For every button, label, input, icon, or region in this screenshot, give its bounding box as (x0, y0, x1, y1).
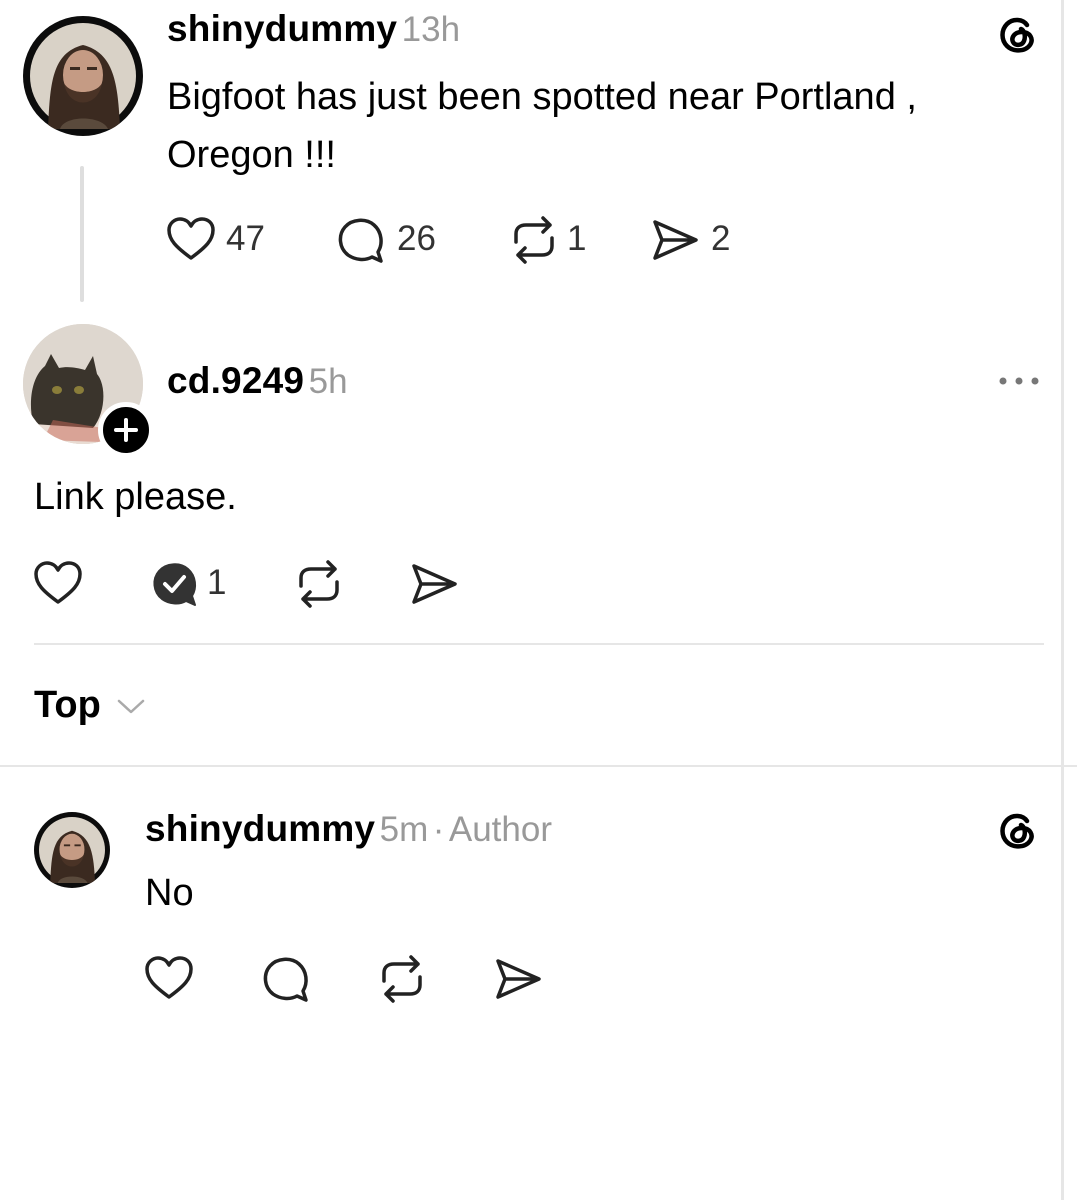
reply-count: 26 (397, 219, 436, 258)
more-options-icon[interactable] (997, 374, 1041, 388)
plus-icon (114, 418, 138, 442)
comment-icon[interactable] (261, 955, 311, 1003)
share-count: 2 (711, 219, 731, 258)
avatar[interactable] (34, 812, 110, 888)
repost-count: 1 (567, 219, 587, 258)
timestamp: 13h (401, 10, 461, 49)
repost-icon[interactable] (293, 560, 345, 608)
post-header: cd.9249 5h (167, 360, 348, 402)
timestamp: 5h (308, 362, 348, 401)
author-badge: Author (448, 810, 552, 849)
timestamp: 5m (379, 810, 429, 849)
divider (0, 765, 1077, 767)
threads-logo-icon[interactable] (994, 10, 1042, 58)
repost-icon[interactable] (376, 955, 428, 1003)
repost-icon[interactable] (508, 216, 560, 264)
divider (34, 643, 1044, 645)
follow-plus-button[interactable] (98, 402, 154, 458)
threads-logo-icon[interactable] (994, 806, 1042, 854)
separator: · (432, 810, 445, 849)
reply-count: 1 (207, 563, 227, 602)
post-text: Link please. (34, 476, 237, 518)
heart-icon[interactable] (33, 560, 83, 606)
avatar[interactable] (23, 16, 143, 136)
share-icon[interactable] (409, 560, 459, 608)
username[interactable]: cd.9249 (167, 360, 304, 401)
sort-label: Top (34, 684, 101, 726)
username[interactable]: shinydummy (167, 8, 397, 49)
post-header: shinydummy 13h (167, 8, 460, 50)
scrollbar[interactable] (1061, 0, 1064, 1200)
comment-checked-icon[interactable] (150, 560, 200, 608)
post-text: No (145, 872, 194, 914)
heart-icon[interactable] (144, 955, 194, 1001)
sort-dropdown[interactable]: Top (34, 684, 147, 727)
like-count: 47 (226, 219, 265, 258)
post-header: shinydummy 5m · Author (145, 808, 552, 850)
chevron-down-icon (117, 699, 145, 713)
share-icon[interactable] (650, 216, 700, 264)
avatar-photo (30, 23, 136, 129)
avatar-photo (39, 817, 105, 883)
comment-icon[interactable] (336, 216, 386, 264)
username[interactable]: shinydummy (145, 808, 375, 849)
heart-icon[interactable] (166, 216, 216, 262)
post-text: Bigfoot has just been spotted near Portl… (167, 76, 917, 176)
thread-line (80, 166, 84, 302)
share-icon[interactable] (493, 955, 543, 1003)
